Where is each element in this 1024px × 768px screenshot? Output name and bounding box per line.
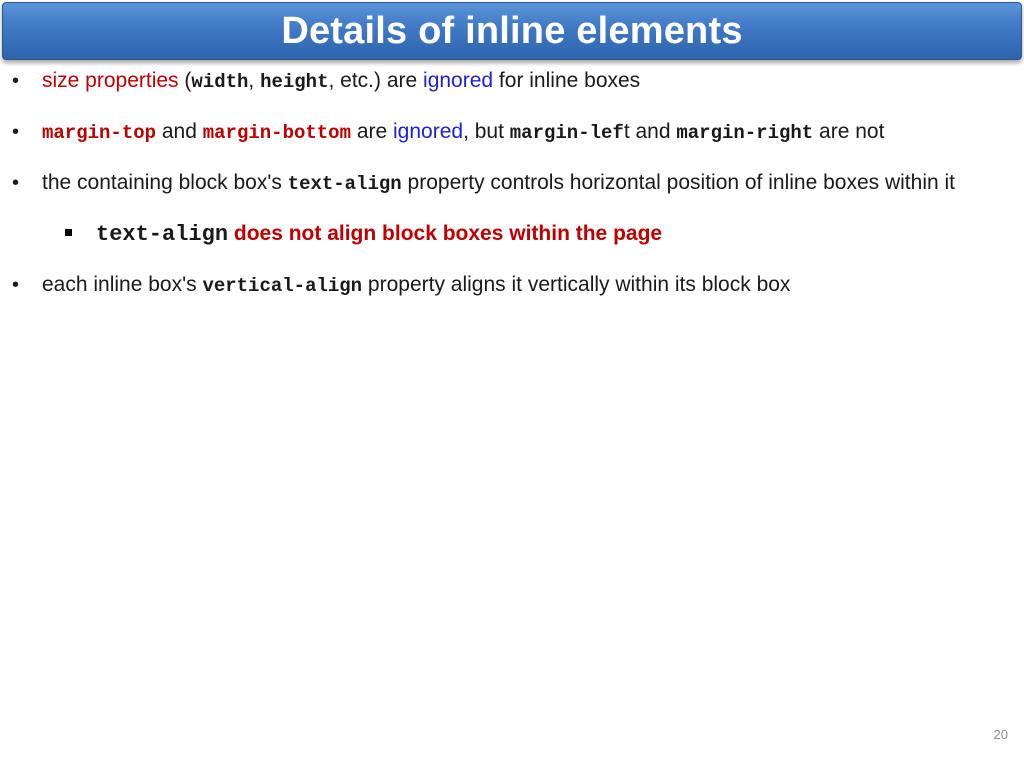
- bullet-dot-icon: •: [12, 172, 20, 194]
- text-segment: ,: [248, 69, 261, 92]
- text-segment: are not: [813, 120, 885, 143]
- sub-bullet-text-align-block: text-align does not align block boxes wi…: [0, 217, 1024, 252]
- code-text-align: text-align: [96, 222, 229, 247]
- bullet-dot-icon: •: [12, 274, 20, 296]
- text-segment: , etc.) are: [328, 69, 424, 92]
- text-segment: size properties: [42, 69, 179, 92]
- text-segment: property aligns it vertically within its…: [362, 273, 791, 296]
- code-margin-bottom: margin-bottom: [202, 122, 351, 144]
- text-segment: and: [156, 120, 203, 143]
- text-segment: (: [178, 69, 192, 92]
- code-vertical-align: vertical-align: [202, 275, 363, 297]
- code-text-align: text-align: [287, 173, 402, 195]
- text-segment: , but: [463, 120, 510, 143]
- code-margin-right: margin-right: [676, 122, 814, 144]
- code-width: width: [191, 71, 249, 93]
- bullet-dot-icon: •: [12, 70, 20, 92]
- text-segment: each inline box's: [42, 273, 203, 296]
- code-margin-top: margin-top: [42, 122, 157, 144]
- emphasis-ignored: ignored: [393, 120, 464, 143]
- emphasis-warning: does not align block boxes within the pa…: [228, 222, 663, 245]
- text-segment: property controls horizontal position of…: [401, 171, 955, 194]
- text-segment: for inline boxes: [493, 69, 641, 92]
- title-bar: Details of inline elements: [2, 2, 1022, 60]
- emphasis-ignored: ignored: [423, 69, 494, 92]
- page-number: 20: [993, 727, 1008, 742]
- text-segment: t and: [623, 120, 677, 143]
- slide-content: • size properties (width, height, etc.) …: [0, 64, 1024, 319]
- bullet-dot-icon: •: [12, 121, 20, 143]
- text-segment: are: [350, 120, 394, 143]
- text-segment: the containing block box's: [42, 171, 288, 194]
- code-height: height: [260, 71, 329, 93]
- bullet-text-align: • the containing block box's text-align …: [0, 166, 1024, 201]
- slide-title: Details of inline elements: [281, 9, 743, 52]
- bullet-vertical-align: • each inline box's vertical-align prope…: [0, 268, 1024, 303]
- bullet-size-properties: • size properties (width, height, etc.) …: [0, 64, 1024, 99]
- square-bullet-icon: [65, 229, 72, 236]
- bullet-margins: • margin-top and margin-bottom are ignor…: [0, 115, 1024, 150]
- code-margin-left: margin-lef: [509, 122, 624, 144]
